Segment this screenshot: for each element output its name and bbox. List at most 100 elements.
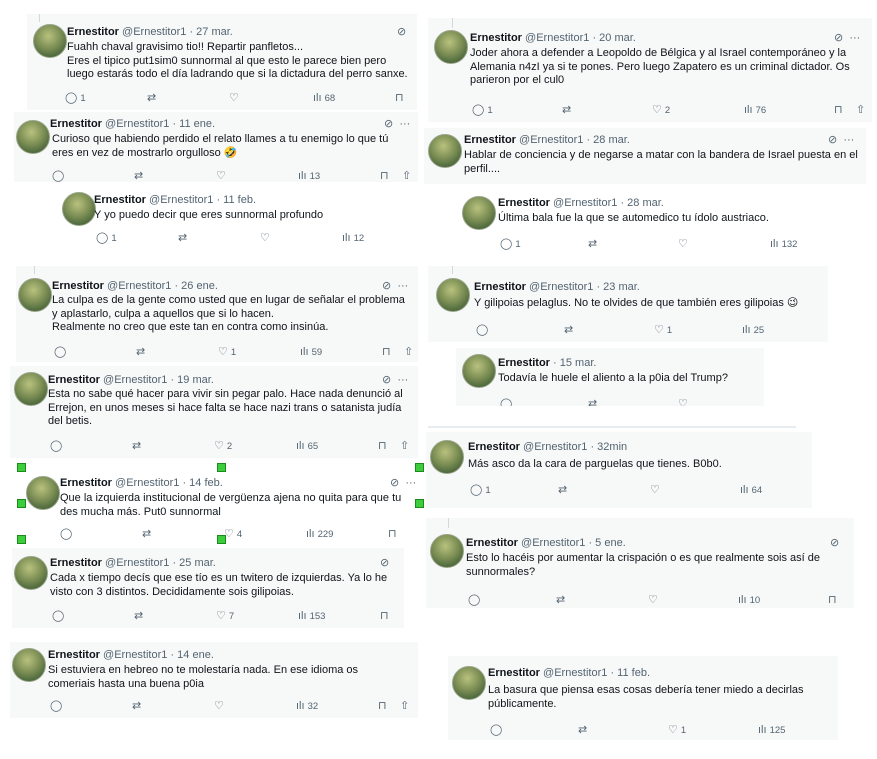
author-name[interactable]: Ernestitor (466, 537, 518, 549)
grok-icon[interactable]: ⊘ (828, 134, 837, 146)
author-name[interactable]: Ernestitor (488, 667, 540, 679)
like-button[interactable]: ♡ (650, 484, 660, 496)
tweet-time[interactable]: · 14 feb. (182, 477, 222, 489)
tweet-card[interactable]: Ernestitor @Ernestitor1 · 27 mar. ⊘ Fuah… (27, 14, 417, 110)
like-button[interactable]: ♡ 1 (218, 346, 236, 358)
avatar[interactable] (462, 196, 496, 230)
tweet-card[interactable]: Ernestitor @Ernestitor1 · 32min Más asco… (426, 432, 812, 508)
tweet-time[interactable]: · 28 mar. (586, 134, 629, 146)
avatar[interactable] (430, 534, 464, 568)
views-button[interactable]: ılı 65 (296, 440, 318, 452)
like-button[interactable]: ♡ 1 (668, 724, 686, 736)
avatar[interactable] (14, 372, 48, 406)
author-handle[interactable]: @Ernestitor1 (523, 441, 587, 453)
share-button[interactable]: ⇧ (400, 440, 409, 452)
more-icon[interactable]: ··· (405, 477, 416, 489)
reply-button[interactable]: ◯ (50, 700, 62, 712)
tweet-time[interactable]: · 11 ene. (172, 118, 215, 130)
retweet-button[interactable]: ⇄ (132, 440, 141, 452)
author-handle[interactable]: @Ernestitor1 (103, 374, 167, 386)
author-name[interactable]: Ernestitor (474, 281, 526, 293)
tweet-time[interactable]: · 19 mar. (170, 374, 213, 386)
avatar[interactable] (33, 24, 67, 58)
bookmark-button[interactable]: ⊓ (380, 610, 389, 622)
reply-button[interactable]: ◯ 1 (96, 232, 117, 244)
views-button[interactable]: ılı 229 (306, 528, 333, 540)
reply-button[interactable]: ◯ 1 (65, 92, 86, 104)
more-icon[interactable]: ··· (849, 32, 860, 44)
tweet-time[interactable]: · 5 ene. (588, 537, 625, 549)
author-name[interactable]: Ernestitor (52, 280, 104, 292)
tweet-card[interactable]: Ernestitor @Ernestitor1 · 5 ene. ⊘ Esto … (426, 518, 854, 608)
like-button[interactable]: ♡ 1 (654, 324, 672, 336)
views-button[interactable]: ılı 125 (758, 724, 785, 736)
avatar[interactable] (16, 120, 50, 154)
author-handle[interactable]: @Ernestitor1 (529, 281, 593, 293)
more-icon[interactable]: ··· (843, 134, 854, 146)
reply-button[interactable]: ◯ (500, 398, 512, 406)
author-handle[interactable]: @Ernestitor1 (103, 649, 167, 661)
retweet-button[interactable]: ⇄ (134, 170, 143, 182)
selection-handle[interactable] (217, 463, 226, 472)
tweet-time[interactable]: · 14 ene. (170, 649, 213, 661)
tweet-time[interactable]: · 23 mar. (596, 281, 639, 293)
avatar[interactable] (452, 666, 486, 700)
reply-button[interactable]: ◯ (490, 724, 502, 736)
retweet-button[interactable]: ⇄ (588, 238, 597, 250)
share-button[interactable]: ⇧ (402, 170, 411, 182)
selection-handle[interactable] (415, 499, 424, 508)
avatar[interactable] (428, 134, 462, 168)
author-handle[interactable]: @Ernestitor1 (525, 32, 589, 44)
more-icon[interactable]: ··· (397, 280, 408, 292)
tweet-time[interactable]: · 26 ene. (174, 280, 217, 292)
grok-icon[interactable]: ⊘ (834, 32, 843, 44)
retweet-button[interactable]: ⇄ (558, 484, 567, 496)
bookmark-button[interactable]: ⊓ (828, 594, 837, 606)
reply-button[interactable]: ◯ (52, 170, 64, 182)
avatar[interactable] (434, 30, 468, 64)
bookmark-button[interactable]: ⊓ (380, 170, 389, 182)
tweet-time[interactable]: · 27 mar. (189, 26, 232, 38)
grok-icon[interactable]: ⊘ (380, 557, 389, 569)
selection-handle[interactable] (17, 535, 26, 544)
retweet-button[interactable]: ⇄ (556, 594, 565, 606)
like-button[interactable]: ♡ 2 (652, 104, 670, 116)
like-button[interactable]: ♡ (214, 700, 224, 712)
views-button[interactable]: ılı 59 (300, 346, 322, 358)
tweet-time[interactable]: · 25 mar. (172, 557, 215, 569)
avatar[interactable] (12, 648, 46, 682)
reply-button[interactable]: ◯ (468, 594, 480, 606)
reply-button[interactable]: ◯ (476, 324, 488, 336)
grok-icon[interactable]: ⊘ (390, 477, 399, 489)
like-button[interactable]: ♡ 4 (224, 528, 242, 540)
avatar[interactable] (436, 278, 470, 312)
grok-icon[interactable]: ⊘ (830, 537, 839, 549)
views-button[interactable]: ılı 68 (313, 92, 335, 104)
author-handle[interactable]: @Ernestitor1 (521, 537, 585, 549)
retweet-button[interactable]: ⇄ (134, 610, 143, 622)
retweet-button[interactable]: ⇄ (578, 724, 587, 736)
tweet-time[interactable]: · 15 mar. (553, 357, 596, 369)
views-button[interactable]: ılı 132 (770, 238, 797, 250)
author-name[interactable]: Ernestitor (498, 197, 550, 209)
selection-handle[interactable] (17, 499, 26, 508)
tweet-time[interactable]: · 28 mar. (620, 197, 663, 209)
author-handle[interactable]: @Ernestitor1 (122, 26, 186, 38)
views-button[interactable]: ılı 13 (298, 170, 320, 182)
tweet-card[interactable]: Ernestitor @Ernestitor1 · 14 feb. ⊘ ··· … (20, 468, 417, 540)
like-button[interactable]: ♡ 7 (216, 610, 234, 622)
avatar[interactable] (26, 476, 60, 510)
share-button[interactable]: ⇧ (856, 104, 865, 116)
like-button[interactable]: ♡ (678, 238, 688, 250)
tweet-time[interactable]: · 20 mar. (592, 32, 635, 44)
author-name[interactable]: Ernestitor (468, 441, 520, 453)
retweet-button[interactable]: ⇄ (588, 398, 597, 406)
reply-button[interactable]: ◯ 1 (470, 484, 491, 496)
author-handle[interactable]: @Ernestitor1 (519, 134, 583, 146)
author-name[interactable]: Ernestitor (60, 477, 112, 489)
like-button[interactable]: ♡ (648, 594, 658, 606)
avatar[interactable] (14, 556, 48, 590)
bookmark-button[interactable]: ⊓ (378, 700, 387, 712)
reply-button[interactable]: ◯ 1 (472, 104, 493, 116)
author-handle[interactable]: @Ernestitor1 (105, 557, 169, 569)
